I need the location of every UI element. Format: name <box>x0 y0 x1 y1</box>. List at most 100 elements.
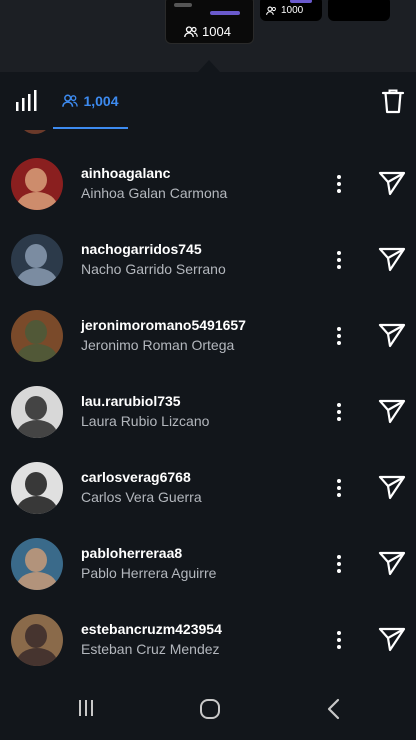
people-icon <box>184 25 198 37</box>
viewers-list[interactable]: ainhoagalanc Ainhoa Galan Carmona nachog… <box>0 130 416 680</box>
send-icon[interactable] <box>378 170 408 198</box>
dot <box>337 182 341 186</box>
avatar-figure <box>17 420 57 438</box>
avatar-figure <box>25 168 47 192</box>
more-vertical-icon[interactable] <box>328 397 350 427</box>
dot <box>337 555 341 559</box>
viewers-toolbar: 1,004 <box>0 72 416 130</box>
viewer-full-name: Pablo Herrera Aguirre <box>81 565 217 581</box>
viewer-full-name: Nacho Garrido Serrano <box>81 261 226 277</box>
viewer-full-name: Jeronimo Roman Ortega <box>81 337 235 353</box>
avatar-figure <box>17 496 57 514</box>
story-viewer-count-value: 1004 <box>202 24 231 39</box>
tab-active-indicator <box>53 127 128 129</box>
more-vertical-icon[interactable] <box>328 245 350 275</box>
avatar[interactable] <box>11 386 63 438</box>
viewer-username[interactable]: nachogarridos745 <box>81 241 202 257</box>
send-icon[interactable] <box>378 322 408 350</box>
viewer-username[interactable]: estebancruzm423954 <box>81 621 222 637</box>
more-vertical-icon[interactable] <box>328 169 350 199</box>
avatar-figure <box>25 472 47 496</box>
dot <box>337 258 341 262</box>
recents-icon[interactable] <box>76 698 96 723</box>
avatar[interactable] <box>11 310 63 362</box>
story-preview-bar <box>210 11 240 15</box>
dot <box>337 410 341 414</box>
dot <box>337 175 341 179</box>
avatar-figure <box>25 396 47 420</box>
dot <box>337 493 341 497</box>
story-viewer-count: 1000 <box>266 5 303 16</box>
viewer-row[interactable]: carlosverag6768 Carlos Vera Guerra <box>0 462 416 538</box>
avatar[interactable] <box>11 158 63 210</box>
back-icon[interactable] <box>325 698 343 725</box>
more-vertical-icon[interactable] <box>328 321 350 351</box>
story-card[interactable] <box>328 0 390 21</box>
people-icon <box>62 94 79 107</box>
more-vertical-icon[interactable] <box>328 473 350 503</box>
viewer-username[interactable]: ainhoagalanc <box>81 165 170 181</box>
viewer-row[interactable]: pabloherreraa8 Pablo Herrera Aguirre <box>0 538 416 614</box>
avatar-figure <box>25 244 47 268</box>
avatar-figure <box>25 548 47 572</box>
story-strip: 1004 1000 <box>0 0 416 72</box>
viewer-row[interactable]: ainhoagalanc Ainhoa Galan Carmona <box>0 158 416 234</box>
bar-chart-icon[interactable] <box>14 89 38 118</box>
tab-viewers[interactable]: 1,004 <box>53 72 128 129</box>
more-vertical-icon[interactable] <box>328 625 350 655</box>
viewer-row[interactable]: estebancruzm423954 Esteban Cruz Mendez <box>0 614 416 680</box>
dot <box>337 417 341 421</box>
send-icon[interactable] <box>378 474 408 502</box>
people-icon <box>266 6 276 15</box>
avatar-figure <box>17 572 57 590</box>
avatar-figure <box>17 344 57 362</box>
dot <box>337 251 341 255</box>
viewer-username[interactable]: lau.rarubiol735 <box>81 393 181 409</box>
system-nav-bar <box>0 680 416 740</box>
send-icon[interactable] <box>378 626 408 654</box>
dot <box>337 486 341 490</box>
avatar-figure <box>25 320 47 344</box>
send-icon[interactable] <box>378 550 408 578</box>
viewer-full-name: Carlos Vera Guerra <box>81 489 202 505</box>
selected-story-pointer <box>198 60 220 72</box>
send-icon[interactable] <box>378 246 408 274</box>
story-preview-bar <box>174 3 192 7</box>
dot <box>337 327 341 331</box>
dot <box>337 403 341 407</box>
avatar[interactable] <box>11 538 63 590</box>
avatar[interactable] <box>11 614 63 666</box>
viewer-row[interactable]: lau.rarubiol735 Laura Rubio Lizcano <box>0 386 416 462</box>
avatar[interactable] <box>11 462 63 514</box>
dot <box>337 479 341 483</box>
home-icon[interactable] <box>199 698 221 725</box>
viewer-username[interactable]: jeronimoromano5491657 <box>81 317 246 333</box>
more-vertical-icon[interactable] <box>328 549 350 579</box>
viewer-row[interactable]: jeronimoromano5491657 Jeronimo Roman Ort… <box>0 310 416 386</box>
viewer-full-name: Ainhoa Galan Carmona <box>81 185 228 201</box>
dot <box>337 631 341 635</box>
avatar-figure <box>17 192 57 210</box>
avatar-figure <box>17 648 57 666</box>
dot <box>337 341 341 345</box>
story-card[interactable]: 1000 <box>260 0 322 21</box>
avatar-figure <box>17 268 57 286</box>
story-preview-bar <box>290 0 312 3</box>
viewer-row[interactable]: nachogarridos745 Nacho Garrido Serrano <box>0 234 416 310</box>
avatar[interactable] <box>11 234 63 286</box>
dot <box>337 645 341 649</box>
viewer-full-name: Laura Rubio Lizcano <box>81 413 210 429</box>
viewer-full-name: Esteban Cruz Mendez <box>81 641 220 657</box>
viewer-username[interactable]: carlosverag6768 <box>81 469 191 485</box>
story-card-current[interactable]: 1004 <box>165 0 254 44</box>
dot <box>337 189 341 193</box>
dot <box>337 265 341 269</box>
avatar[interactable] <box>18 130 52 134</box>
avatar-figure <box>25 624 47 648</box>
dot <box>337 562 341 566</box>
viewer-username[interactable]: pabloherreraa8 <box>81 545 182 561</box>
send-icon[interactable] <box>378 398 408 426</box>
trash-icon[interactable] <box>380 87 406 120</box>
story-viewer-count-value: 1000 <box>281 5 304 16</box>
dot <box>337 334 341 338</box>
